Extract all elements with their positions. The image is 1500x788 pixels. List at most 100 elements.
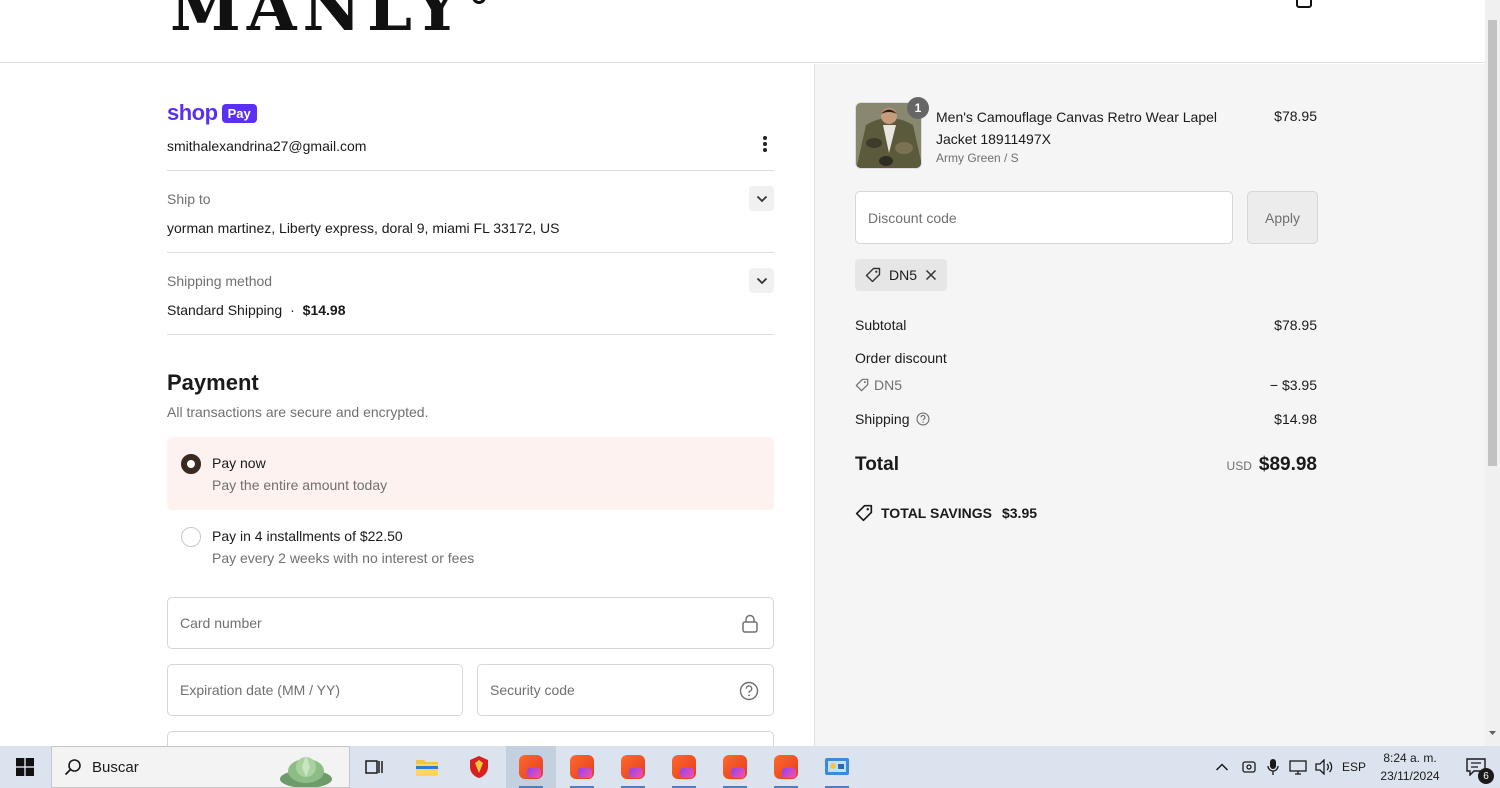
store-header: MANLY (0, 0, 1485, 63)
search-icon (64, 759, 81, 776)
pay-in-installments-option[interactable]: Pay in 4 installments of $22.50 Pay ever… (167, 510, 774, 583)
camera-icon (1242, 761, 1256, 773)
applied-discount-code: DN5 (889, 267, 918, 283)
store-logo[interactable]: MANLY (170, 0, 466, 47)
tag-icon (865, 267, 881, 283)
account-email: smithalexandrina27@gmail.com (167, 138, 367, 154)
page-scrollbar[interactable] (1485, 0, 1500, 746)
meet-now-tray-button[interactable] (1238, 746, 1260, 788)
clock-date: 23/11/2024 (1380, 769, 1440, 783)
clock-time: 8:24 a. m. (1383, 751, 1437, 765)
brave-browser-icon (723, 755, 747, 779)
brave-browser-window-1[interactable] (506, 746, 556, 788)
total-savings: TOTAL SAVINGS $3.95 (855, 504, 1037, 522)
control-panel-icon (825, 758, 849, 775)
task-view-button[interactable] (350, 746, 400, 788)
microphone-tray-button[interactable] (1262, 746, 1284, 788)
ship-to-address: yorman martinez, Liberty express, doral … (167, 220, 560, 236)
brave-browser-window-5[interactable] (710, 746, 760, 788)
shipping-method-name: Standard Shipping (167, 302, 283, 318)
windows-start-icon (16, 758, 34, 776)
kebab-menu-icon[interactable] (758, 134, 772, 154)
scroll-down-arrow-icon[interactable] (1488, 728, 1497, 738)
shop-pay-logo: shop Pay (167, 100, 257, 126)
pay-now-option[interactable]: Pay now Pay the entire amount today (167, 437, 774, 510)
remove-discount-button[interactable] (925, 269, 937, 281)
task-view-icon (365, 760, 383, 774)
discount-code-input[interactable] (856, 192, 1232, 243)
option-subtitle: Pay the entire amount today (212, 477, 388, 493)
order-discount-code: DN5 (874, 377, 903, 393)
chevron-down-icon (756, 277, 767, 284)
notification-count-badge: 6 (1478, 768, 1494, 784)
product-name: Men's Camouflage Canvas Retro Wear Lapel… (936, 109, 1217, 147)
volume-tray-button[interactable] (1312, 746, 1336, 788)
logo-mark-icon (472, 0, 486, 4)
payment-subtitle: All transactions are secure and encrypte… (167, 404, 429, 420)
brave-browser-icon (672, 755, 696, 779)
card-number-field[interactable] (167, 597, 774, 649)
file-explorer-button[interactable] (402, 746, 452, 788)
windows-taskbar: Buscar ESP 8:24 a. m. 23/11/2024 6 (0, 746, 1500, 788)
show-hidden-icons-button[interactable] (1210, 746, 1234, 788)
security-code-input[interactable] (478, 665, 773, 715)
control-panel-button[interactable] (812, 746, 862, 788)
shipping-value: $14.98 (1274, 411, 1317, 427)
security-code-field[interactable] (477, 664, 774, 716)
network-tray-button[interactable] (1286, 746, 1310, 788)
brave-browser-window-3[interactable] (608, 746, 658, 788)
shipping-method-price: $14.98 (302, 302, 346, 318)
subtotal-value: $78.95 (1274, 317, 1317, 333)
expiration-date-input[interactable] (168, 665, 462, 715)
card-number-input[interactable] (168, 598, 773, 648)
subtotal-label: Subtotal (855, 317, 907, 333)
divider (167, 252, 774, 253)
brave-browser-window-2[interactable] (557, 746, 607, 788)
name-on-card-field[interactable] (167, 731, 774, 746)
brave-browser-icon (774, 755, 798, 779)
shipping-method-value: Standard Shipping · $14.98 (167, 302, 345, 318)
shipping-label: Shipping (855, 411, 910, 427)
start-button[interactable] (0, 746, 50, 788)
microphone-icon (1267, 759, 1279, 775)
apply-discount-button[interactable]: Apply (1247, 191, 1318, 244)
divider (167, 170, 774, 171)
shield-icon (470, 756, 488, 778)
question-circle-icon[interactable] (739, 681, 759, 701)
brave-browser-window-4[interactable] (659, 746, 709, 788)
product-price: $78.95 (1274, 108, 1317, 124)
name-on-card-input[interactable] (168, 732, 773, 746)
divider (167, 334, 774, 335)
total-value: $89.98 (1258, 454, 1317, 475)
chevron-down-icon (756, 195, 767, 202)
option-title: Pay in 4 installments of $22.50 (212, 528, 403, 544)
speaker-icon (1315, 759, 1333, 775)
chevron-up-icon (1215, 763, 1229, 771)
network-icon (1289, 760, 1307, 775)
expiration-date-field[interactable] (167, 664, 463, 716)
taskbar-search[interactable]: Buscar (51, 746, 350, 788)
input-language-button[interactable]: ESP (1338, 746, 1370, 788)
taskbar-clock[interactable]: 8:24 a. m. 23/11/2024 (1372, 749, 1448, 785)
discount-code-field[interactable] (855, 191, 1233, 244)
question-circle-icon[interactable] (915, 412, 930, 426)
checkout-form-panel: shop Pay smithalexandrina27@gmail.com Sh… (0, 64, 814, 746)
product-variant: Army Green / S (936, 151, 1019, 165)
brave-browser-icon (570, 755, 594, 779)
shipping-method-expand-button[interactable] (749, 268, 774, 293)
shipping-method-label: Shipping method (167, 273, 273, 289)
total-amount: USD $89.98 (1227, 454, 1317, 476)
order-summary-panel: 1 Men's Camouflage Canvas Retro Wear Lap… (814, 64, 1485, 746)
brave-browser-icon (519, 755, 543, 779)
cart-icon[interactable] (1296, 0, 1312, 8)
shipping-row: Shipping (855, 411, 930, 427)
installments-radio[interactable] (181, 527, 201, 547)
brave-browser-icon (621, 755, 645, 779)
security-app-button[interactable] (454, 746, 504, 788)
brave-browser-window-6[interactable] (761, 746, 811, 788)
ship-to-expand-button[interactable] (749, 186, 774, 211)
scrollbar-thumb[interactable] (1488, 20, 1497, 466)
option-subtitle: Pay every 2 weeks with no interest or fe… (212, 550, 475, 566)
pay-now-radio[interactable] (181, 454, 201, 474)
action-center-button[interactable]: 6 (1452, 746, 1500, 788)
